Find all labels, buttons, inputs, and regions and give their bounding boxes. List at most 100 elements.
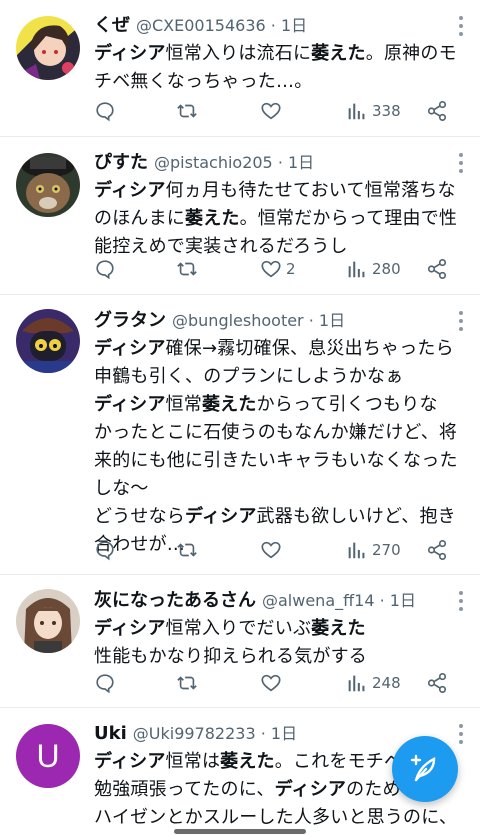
tweet-text-line: しな〜: [94, 475, 456, 503]
home-indicator: [174, 829, 306, 834]
views-button[interactable]: 280: [346, 254, 401, 284]
tweet-text-line: ディシア確保→霧切確保、息災出ちゃったら: [94, 335, 456, 363]
text-segment: 何ヵ月も待たせておいて恒常落ちな: [165, 180, 456, 201]
highlighted-term: 萎えた: [220, 751, 275, 772]
reply-button[interactable]: [94, 668, 120, 698]
display-name[interactable]: くぜ: [94, 15, 130, 36]
share-icon: [427, 101, 447, 121]
like-button[interactable]: [260, 668, 286, 698]
avatar-initial: U: [36, 737, 60, 774]
handle-and-time[interactable]: @pistachio205 · 1日: [154, 153, 314, 172]
more-options-icon[interactable]: [458, 16, 464, 36]
highlighted-term: ディシア: [94, 180, 166, 201]
bar-chart-icon: [348, 675, 365, 692]
heart-icon: [261, 541, 281, 559]
text-segment: 勉強頑張ってたのに、: [94, 779, 275, 800]
retweet-button[interactable]: [176, 668, 202, 698]
avatar[interactable]: [16, 589, 80, 653]
tweet-text: ディシア確保→霧切確保、息災出ちゃったら 申鶴も引く、のプランにしようかなぁ ディシ…: [94, 335, 456, 559]
highlighted-term: 萎えた: [311, 43, 366, 64]
text-segment: 。原神のモ: [365, 43, 456, 64]
tweet-header: くぜ @CXE00154636 · 1日: [94, 12, 456, 40]
avatar[interactable]: U: [16, 724, 80, 788]
tweet-text: ディシア恒常入りは流石に萎えた。原神のモチベ無くなっちゃった…。: [94, 40, 456, 96]
text-segment: 確保→霧切確保、息災出ちゃったら: [165, 338, 454, 359]
text-segment: しな〜: [94, 478, 149, 499]
tweet-text-line: 申鶴も引く、のプランにしようかなぁ: [94, 363, 456, 391]
tweet-text-line: ハイゼンとかスルーした人多いと思うのに、: [94, 804, 456, 832]
display-name[interactable]: ぴすた: [94, 152, 148, 173]
tweet-text: ディシア恒常入りでだいぶ萎えた性能もかなり抑えられる気がする: [94, 615, 456, 671]
tweet-actions: 2 280: [94, 254, 464, 284]
retweet-button[interactable]: [176, 254, 202, 284]
tweet-text-line: ディシア恒常萎えたからって引くつもりな: [94, 391, 456, 419]
tweet-header: グラタン @bungleshooter · 1日: [94, 307, 456, 335]
bar-chart-icon: [348, 261, 365, 278]
reply-button[interactable]: [94, 535, 120, 565]
highlighted-term: 萎えた: [311, 618, 366, 639]
highlighted-term: ディシア: [94, 618, 166, 639]
compose-tweet-button[interactable]: [392, 736, 458, 802]
bar-chart-icon: [348, 103, 365, 120]
avatar[interactable]: [16, 309, 80, 373]
like-button[interactable]: 2: [260, 254, 296, 284]
tweet[interactable]: くぜ @CXE00154636 · 1日 ディシア恒常入りは流石に萎えた。原神のモ…: [0, 0, 480, 137]
handle-and-time[interactable]: @Uki99782233 · 1日: [133, 724, 297, 743]
display-name[interactable]: グラタン: [94, 310, 166, 331]
highlighted-term: ディシア: [94, 338, 166, 359]
tweet-text-line: ディシア何ヵ月も待たせておいて恒常落ちな: [94, 177, 456, 205]
avatar[interactable]: [16, 153, 80, 217]
tweet-text-line: 来的にも他に引きたいキャラもいなくなった: [94, 447, 456, 475]
text-segment: のほんまに: [94, 208, 185, 229]
more-options-icon[interactable]: [458, 591, 464, 611]
tweet-text-line: チベ無くなっちゃった…。: [94, 68, 456, 96]
highlighted-term: ディシア: [274, 779, 347, 800]
text-segment: 。これをモチベ: [274, 751, 403, 772]
handle-and-time[interactable]: @CXE00154636 · 1日: [136, 16, 307, 35]
views-button[interactable]: 248: [346, 668, 401, 698]
handle-and-time[interactable]: @bungleshooter · 1日: [172, 311, 345, 330]
more-options-icon[interactable]: [458, 724, 464, 744]
tweet-actions: 248: [94, 668, 464, 698]
reply-icon: [96, 541, 114, 561]
reply-icon: [96, 260, 114, 280]
text-segment: 恒常は: [165, 751, 221, 772]
handle-and-time[interactable]: @alwena_ff14 · 1日: [262, 591, 416, 610]
like-button[interactable]: [260, 96, 286, 126]
share-button[interactable]: [426, 254, 448, 284]
share-button[interactable]: [426, 96, 448, 126]
tweet-text-line: ディシア恒常入りは流石に萎えた。原神のモ: [94, 40, 456, 68]
text-segment: 恒常入りでだいぶ: [165, 618, 312, 639]
share-button[interactable]: [426, 535, 448, 565]
views-button[interactable]: 270: [346, 535, 401, 565]
share-icon: [427, 540, 447, 560]
tweet[interactable]: ぴすた @pistachio205 · 1日 ディシア何ヵ月も待たせておいて恒常落…: [0, 137, 480, 295]
tweet-text-line: ディシア恒常入りでだいぶ萎えた: [94, 615, 456, 643]
text-segment: チベ無くなっちゃった…。: [94, 71, 313, 92]
text-segment: のため: [346, 779, 401, 800]
more-options-icon[interactable]: [458, 153, 464, 173]
avatar[interactable]: [16, 16, 80, 80]
display-name[interactable]: Uki: [94, 723, 127, 744]
retweet-button[interactable]: [176, 535, 202, 565]
heart-icon: [261, 674, 281, 692]
share-button[interactable]: [426, 668, 448, 698]
text-segment: ハイゼンとかスルーした人多いと思うのに、: [94, 807, 456, 828]
like-button[interactable]: [260, 535, 286, 565]
tweet-actions: 270: [94, 535, 464, 565]
retweet-button[interactable]: [176, 96, 202, 126]
tweet[interactable]: 灰になったあるさん @alwena_ff14 · 1日 ディシア恒常入りでだいぶ萎…: [0, 575, 480, 708]
more-options-icon[interactable]: [458, 311, 464, 331]
tweet[interactable]: グラタン @bungleshooter · 1日 ディシア確保→霧切確保、息災出ち…: [0, 295, 480, 575]
text-segment: 武器も欲しいけど、抱き: [256, 506, 456, 527]
tweet-text: ディシア何ヵ月も待たせておいて恒常落ちな のほんまに萎えた。恒常だからって理由で性…: [94, 177, 456, 261]
retweet-icon: [177, 543, 197, 557]
views-button[interactable]: 338: [346, 96, 401, 126]
text-segment: どうせなら: [94, 506, 185, 527]
reply-button[interactable]: [94, 254, 120, 284]
tweet-text-line: 性能もかなり抑えられる気がする: [94, 643, 456, 671]
display-name[interactable]: 灰になったあるさん: [94, 590, 256, 611]
text-segment: 性能もかなり抑えられる気がする: [94, 646, 367, 667]
reply-button[interactable]: [94, 96, 120, 126]
tweet-header: 灰になったあるさん @alwena_ff14 · 1日: [94, 587, 456, 615]
